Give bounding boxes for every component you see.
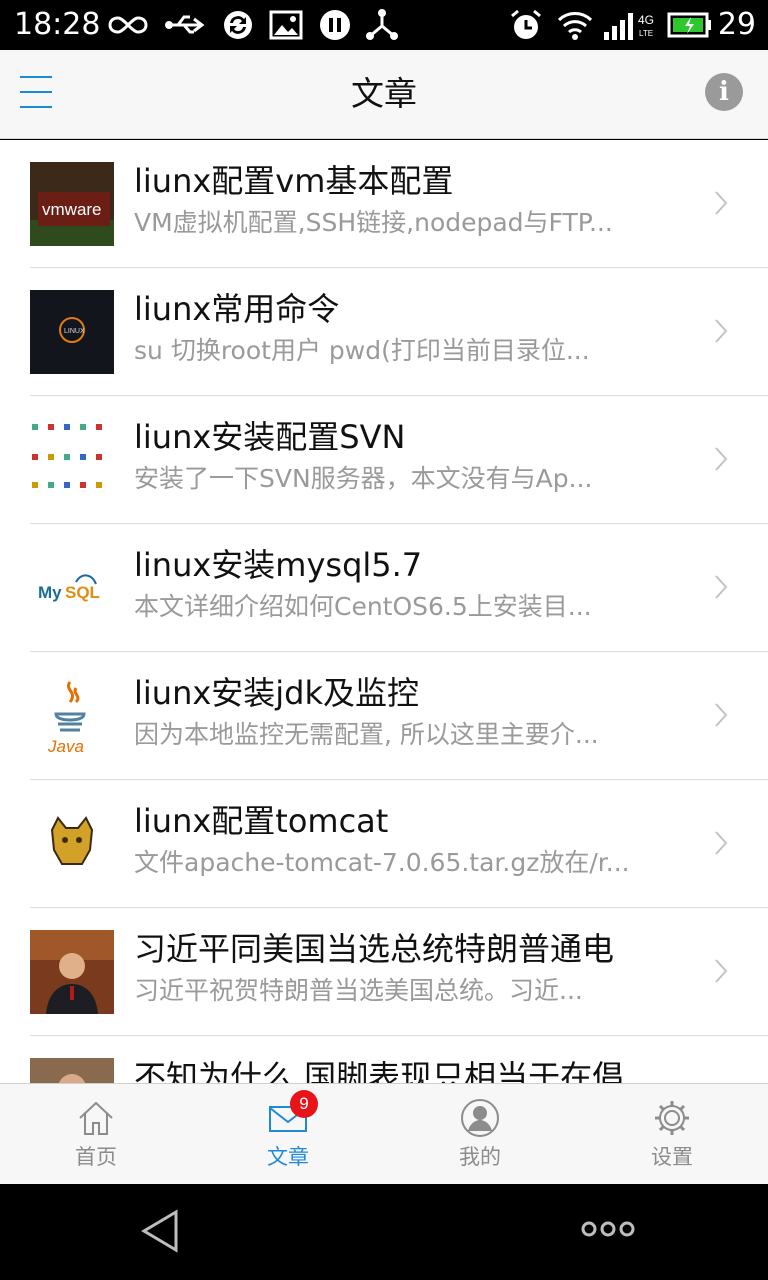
chevron-right-icon <box>715 191 728 215</box>
vmware-logo-thumbnail: vmware <box>30 162 114 246</box>
tab-label: 文章 <box>267 1145 309 1169</box>
article-title: liunx安装配置SVN <box>134 418 406 456</box>
article-summary: su 切换root用户 pwd(打印当前目录位... <box>134 336 590 365</box>
list-item[interactable]: liunx配置tomcat 文件apache-tomcat-7.0.65.tar… <box>0 780 768 908</box>
list-item[interactable]: 不知为什么 国脚表现只相当于在倡 <box>0 1036 768 1083</box>
article-summary: 安装了一下SVN服务器，本文没有与Ap... <box>134 464 593 493</box>
unread-badge: 9 <box>290 1090 318 1118</box>
signal-icon: 4G LTE <box>602 8 660 42</box>
system-nav-bar <box>0 1184 768 1280</box>
tab-articles[interactable]: 9 文章 <box>192 1084 384 1184</box>
article-title: linux安装mysql5.7 <box>134 546 423 584</box>
list-item[interactable]: Java liunx安装jdk及监控 因为本地监控无需配置, 所以这里主要介..… <box>0 652 768 780</box>
tab-label: 首页 <box>75 1145 117 1169</box>
list-item[interactable]: My SQL linux安装mysql5.7 本文详细介绍如何CentOS6.5上… <box>0 524 768 652</box>
list-item[interactable]: 习近平同美国当选总统特朗普通电 习近平祝贺特朗普当选美国总统。习近... <box>0 908 768 1036</box>
chevron-right-icon <box>715 703 728 727</box>
bottom-tab-bar: 首页 9 文章 我的 设置 <box>0 1083 768 1184</box>
tab-label: 设置 <box>651 1145 693 1169</box>
status-time: 18:28 <box>14 7 101 42</box>
page-title: 文章 <box>351 74 417 113</box>
svg-text:My: My <box>38 583 62 602</box>
sync-icon <box>220 8 256 42</box>
chevron-right-icon <box>715 831 728 855</box>
app-header: 文章 i <box>0 50 768 139</box>
chevron-right-icon <box>715 447 728 471</box>
article-summary: 文件apache-tomcat-7.0.65.tar.gz放在/r... <box>134 848 630 877</box>
article-summary: 习近平祝贺特朗普当选美国总统。习近... <box>134 976 583 1005</box>
article-title: liunx常用命令 <box>134 290 340 328</box>
svg-text:LINUX: LINUX <box>64 328 85 335</box>
java-logo-thumbnail: Java <box>30 674 114 758</box>
tab-profile[interactable]: 我的 <box>384 1084 576 1184</box>
back-icon[interactable] <box>140 1208 180 1254</box>
wifi-icon <box>557 8 593 42</box>
tab-settings[interactable]: 设置 <box>576 1084 768 1184</box>
article-title: 习近平同美国当选总统特朗普通电 <box>134 930 615 968</box>
chevron-right-icon <box>715 319 728 343</box>
news-photo-thumbnail <box>30 930 114 1014</box>
share-icon <box>364 8 400 42</box>
article-summary: 本文详细介绍如何CentOS6.5上安装目... <box>134 592 592 621</box>
svg-text:LTE: LTE <box>639 29 653 38</box>
news-photo-thumbnail <box>30 1058 114 1083</box>
svg-text:Java: Java <box>47 737 84 756</box>
list-item[interactable]: liunx安装配置SVN 安装了一下SVN服务器，本文没有与Ap... <box>0 396 768 524</box>
list-item[interactable]: vmware liunx配置vm基本配置 VM虚拟机配置,SSH链接,nodep… <box>0 140 768 268</box>
home-icon <box>79 1101 113 1135</box>
infinity-icon <box>108 8 148 42</box>
gear-icon <box>655 1101 689 1135</box>
chevron-right-icon <box>715 575 728 599</box>
tomcat-logo-thumbnail <box>30 802 114 886</box>
mysql-logo-thumbnail: My SQL <box>30 546 114 630</box>
svg-text:SQL: SQL <box>65 583 100 602</box>
info-icon[interactable]: i <box>705 73 743 111</box>
article-summary: VM虚拟机配置,SSH链接,nodepad与FTP... <box>134 208 613 237</box>
tab-label: 我的 <box>459 1145 501 1169</box>
svn-icons-thumbnail <box>30 418 114 502</box>
svg-text:4G: 4G <box>638 13 654 27</box>
svg-text:vmware: vmware <box>42 200 102 219</box>
status-bar: 18:28 4G LTE 29 <box>0 0 768 50</box>
article-title: liunx安装jdk及监控 <box>134 674 420 712</box>
pause-icon <box>317 8 353 42</box>
user-icon <box>461 1099 499 1137</box>
usb-icon <box>164 8 206 42</box>
article-title: liunx配置tomcat <box>134 802 389 840</box>
article-title: liunx配置vm基本配置 <box>134 162 454 200</box>
article-summary: 因为本地监控无需配置, 所以这里主要介... <box>134 720 599 749</box>
list-item[interactable]: LINUX liunx常用命令 su 切换root用户 pwd(打印当前目录位.… <box>0 268 768 396</box>
article-list: vmware liunx配置vm基本配置 VM虚拟机配置,SSH链接,nodep… <box>0 140 768 1083</box>
article-title: 不知为什么 国脚表现只相当于在倡 <box>134 1058 625 1083</box>
image-icon <box>268 8 304 42</box>
battery-level: 29 <box>717 7 756 42</box>
chevron-right-icon <box>715 959 728 983</box>
more-icon[interactable] <box>580 1220 636 1238</box>
battery-icon <box>667 8 713 42</box>
linux-logo-thumbnail: LINUX <box>30 290 114 374</box>
alarm-icon <box>508 8 544 42</box>
tab-home[interactable]: 首页 <box>0 1084 192 1184</box>
